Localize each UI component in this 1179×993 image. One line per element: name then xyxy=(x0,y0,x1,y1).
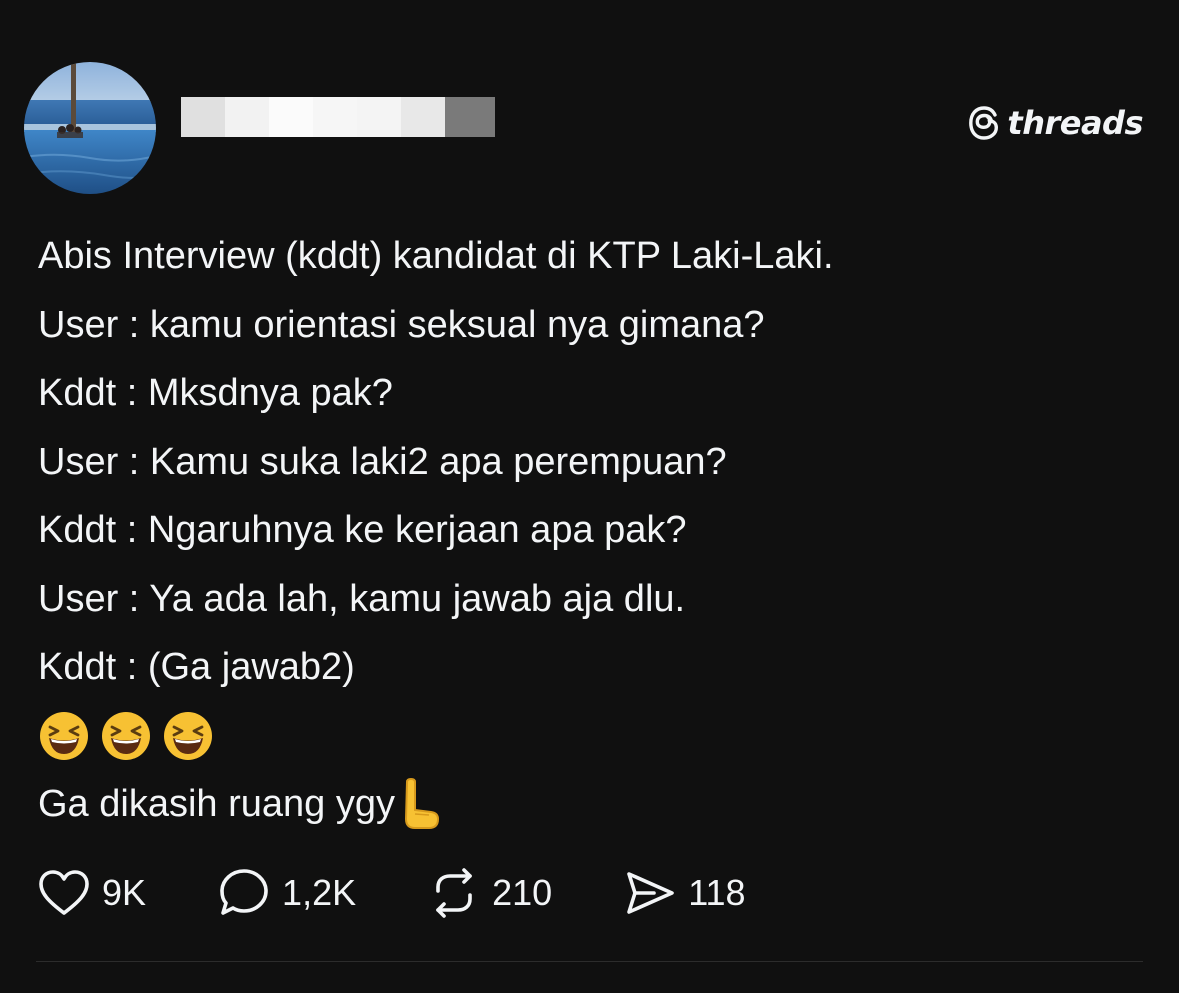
laughing-face-emoji-icon xyxy=(102,711,150,760)
post-actions: 9K 1,2K 210 118 xyxy=(38,866,746,920)
threads-logo-icon xyxy=(969,106,999,140)
hand-gesture-emoji-icon xyxy=(404,778,439,830)
post-line: Kddt : Ngaruhnya ke kerjaan apa pak? xyxy=(38,509,687,551)
like-button[interactable]: 9K xyxy=(38,869,146,917)
share-count: 118 xyxy=(688,872,746,913)
like-count: 9K xyxy=(102,872,147,913)
reply-count: 1,2K xyxy=(282,872,357,913)
share-button[interactable]: 118 xyxy=(624,869,746,917)
avatar[interactable] xyxy=(24,62,156,194)
brand-name: threads xyxy=(1007,104,1143,142)
post-line: Kddt : Mksdnya pak? xyxy=(38,372,393,414)
heart-icon xyxy=(39,870,89,915)
laughing-face-emoji-icon xyxy=(40,711,88,760)
threads-post: threads Abis Interview (kddt) kandidat d… xyxy=(0,0,1179,993)
comment-icon xyxy=(220,869,268,915)
post-line: User : kamu orientasi seksual nya gimana… xyxy=(38,303,765,346)
username-redacted xyxy=(181,97,495,137)
reply-button[interactable]: 1,2K xyxy=(218,868,356,918)
repost-button[interactable]: 210 xyxy=(428,867,552,919)
laughing-face-emoji-icon xyxy=(164,711,212,760)
post-line: Abis Interview (kddt) kandidat di KTP La… xyxy=(38,235,834,277)
post-closing-text: Ga dikasih ruang ygy xyxy=(38,783,395,825)
post-line: Kddt : (Ga jawab2) xyxy=(38,646,355,688)
threads-brand[interactable]: threads xyxy=(967,104,1143,142)
send-icon xyxy=(627,872,674,914)
repost-icon xyxy=(436,868,472,918)
post-body: Abis Interview (kddt) kandidat di KTP La… xyxy=(38,222,1138,839)
post-line: User : Ya ada lah, kamu jawab aja dlu. xyxy=(38,577,686,620)
repost-count: 210 xyxy=(492,872,553,913)
post-closing-line: Ga dikasih ruang ygy xyxy=(38,770,1138,839)
beach-photo-avatar-icon xyxy=(24,62,156,194)
post-line: User : Kamu suka laki2 apa perempuan? xyxy=(38,440,727,483)
emoji-row xyxy=(38,702,1138,771)
divider xyxy=(36,961,1143,962)
